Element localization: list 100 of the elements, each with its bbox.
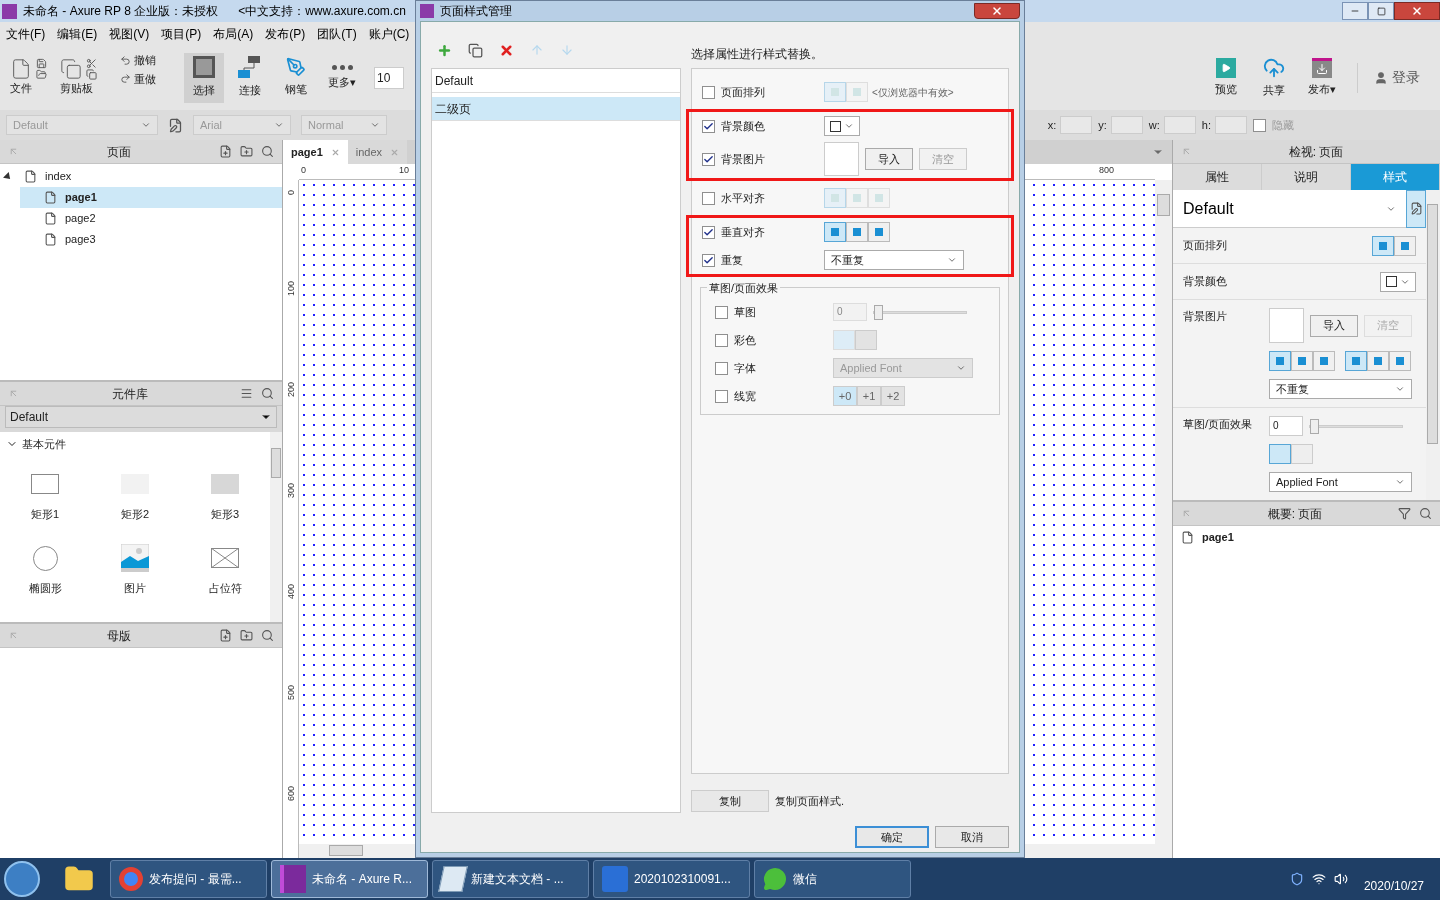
edit-style-button[interactable] bbox=[1406, 189, 1426, 228]
ok-button[interactable]: 确定 bbox=[855, 826, 929, 848]
close-icon[interactable] bbox=[390, 147, 400, 157]
line-width-button[interactable]: +2 bbox=[881, 386, 905, 406]
checkbox[interactable] bbox=[715, 305, 728, 319]
menu-item[interactable]: 视图(V) bbox=[109, 24, 150, 43]
align-button[interactable] bbox=[868, 222, 890, 242]
line-width-button[interactable]: +1 bbox=[857, 386, 881, 406]
scrollbar[interactable] bbox=[270, 432, 282, 622]
align-button[interactable] bbox=[846, 222, 868, 242]
page-tree-item[interactable]: page1 bbox=[20, 187, 282, 208]
line-width-button[interactable]: +0 bbox=[833, 386, 857, 406]
scissors-icon[interactable] bbox=[86, 58, 97, 70]
outline-item[interactable]: page1 bbox=[1173, 526, 1440, 548]
taskbar-button[interactable]: 2020102310091... bbox=[593, 860, 750, 898]
slider-thumb[interactable] bbox=[1310, 418, 1319, 434]
menu-item[interactable]: 团队(T) bbox=[317, 24, 357, 43]
color-mode-button[interactable] bbox=[1269, 444, 1291, 464]
style-list-item[interactable]: 二级页 bbox=[432, 97, 680, 121]
add-folder-icon[interactable] bbox=[240, 629, 253, 642]
checkbox[interactable] bbox=[702, 191, 715, 205]
page-tab[interactable]: index bbox=[347, 140, 408, 164]
coordinate-field[interactable] bbox=[1163, 116, 1196, 134]
slider-thumb[interactable] bbox=[874, 304, 883, 320]
taskbar-button[interactable]: 未命名 - Axure R... bbox=[271, 860, 428, 898]
add-master-icon[interactable] bbox=[219, 629, 232, 642]
minimize-button[interactable] bbox=[1342, 2, 1368, 20]
edit-style-icon[interactable] bbox=[168, 117, 183, 133]
checkbox[interactable] bbox=[702, 119, 715, 133]
search-icon[interactable] bbox=[1419, 507, 1432, 520]
color-picker[interactable] bbox=[1380, 271, 1416, 292]
checkbox[interactable] bbox=[715, 389, 728, 403]
widget-section-header[interactable]: 基本元件 bbox=[0, 432, 270, 456]
checkbox[interactable] bbox=[715, 361, 728, 375]
checkbox[interactable] bbox=[715, 333, 728, 347]
coordinate-field[interactable] bbox=[1110, 116, 1143, 134]
repeat-dropdown[interactable]: 不重复 bbox=[824, 250, 964, 270]
align-button[interactable] bbox=[1389, 351, 1411, 371]
login-button[interactable]: 登录 bbox=[1374, 67, 1420, 88]
align-button[interactable] bbox=[1345, 351, 1367, 371]
close-icon[interactable] bbox=[330, 147, 340, 157]
repeat-dropdown[interactable]: 不重复 bbox=[1269, 379, 1412, 399]
font-dropdown[interactable]: Applied Font bbox=[1269, 472, 1412, 492]
align-button[interactable] bbox=[1291, 351, 1313, 371]
import-button[interactable]: 导入 bbox=[865, 148, 913, 170]
speaker-icon[interactable] bbox=[1333, 872, 1348, 886]
style-list-item[interactable]: Default bbox=[432, 69, 680, 93]
tool-button[interactable]: 连接 bbox=[230, 52, 270, 103]
page-tree-item[interactable]: index bbox=[0, 166, 282, 187]
network-icon[interactable] bbox=[1311, 872, 1326, 886]
menu-item[interactable]: 项目(P) bbox=[161, 24, 202, 43]
copy-icon[interactable] bbox=[86, 69, 97, 81]
checkbox[interactable] bbox=[702, 225, 715, 239]
align-button[interactable] bbox=[1394, 235, 1416, 256]
align-button[interactable] bbox=[1269, 351, 1291, 371]
align-button[interactable] bbox=[1367, 351, 1389, 371]
coordinate-field[interactable] bbox=[1215, 116, 1247, 134]
taskbar-button[interactable]: 发布提问 - 最需... bbox=[110, 860, 267, 898]
page-tab[interactable]: page1 bbox=[283, 140, 348, 164]
open-folder-icon[interactable] bbox=[36, 69, 47, 81]
toolbar-action-button[interactable]: 共享 bbox=[1255, 56, 1293, 99]
coordinate-field[interactable] bbox=[1060, 116, 1093, 134]
toolbar-action-button[interactable]: 预览 bbox=[1207, 57, 1245, 98]
checkbox[interactable] bbox=[1253, 118, 1266, 132]
toolbar-action-button[interactable]: 发布▾ bbox=[1303, 57, 1341, 98]
search-icon[interactable] bbox=[261, 387, 274, 400]
sketch-value-field[interactable]: 0 bbox=[1269, 416, 1303, 436]
zoom-field[interactable]: 10 bbox=[374, 66, 404, 89]
tool-button[interactable]: 选择 bbox=[184, 52, 224, 103]
duplicate-icon[interactable] bbox=[468, 42, 483, 58]
vertical-scrollbar[interactable] bbox=[1155, 180, 1172, 858]
close-button[interactable] bbox=[974, 3, 1020, 19]
taskbar-button[interactable]: 微信 bbox=[754, 860, 911, 898]
undo-button[interactable]: 撤销 bbox=[120, 52, 180, 69]
cancel-button[interactable]: 取消 bbox=[935, 826, 1009, 848]
menu-item[interactable]: 文件(F) bbox=[6, 24, 46, 43]
checkbox[interactable] bbox=[702, 152, 715, 166]
tool-button[interactable]: 钢笔 bbox=[276, 52, 316, 103]
menu-item[interactable]: 布局(A) bbox=[213, 24, 254, 43]
search-icon[interactable] bbox=[261, 629, 274, 642]
shield-icon[interactable] bbox=[1289, 872, 1304, 886]
save-icon[interactable] bbox=[36, 58, 47, 70]
align-button[interactable] bbox=[1372, 235, 1394, 256]
align-button[interactable] bbox=[1313, 351, 1335, 371]
inspector-tab[interactable]: 属性 bbox=[1173, 164, 1262, 190]
menu-item[interactable]: 发布(P) bbox=[265, 24, 306, 43]
menu-item[interactable]: 编辑(E) bbox=[57, 24, 98, 43]
new-file-icon[interactable] bbox=[10, 58, 32, 81]
checkbox[interactable] bbox=[702, 85, 715, 99]
align-button[interactable] bbox=[824, 222, 846, 242]
copy-button[interactable]: 复制 bbox=[691, 790, 769, 812]
color-picker[interactable] bbox=[824, 116, 860, 136]
add-icon[interactable] bbox=[437, 42, 452, 58]
add-page-icon[interactable] bbox=[219, 145, 232, 158]
delete-icon[interactable] bbox=[499, 42, 514, 58]
taskbar-button[interactable]: 新建文本文档 - ... bbox=[432, 860, 589, 898]
add-folder-icon[interactable] bbox=[240, 145, 253, 158]
import-button[interactable]: 导入 bbox=[1310, 314, 1358, 337]
inspector-tab[interactable]: 说明 bbox=[1262, 164, 1351, 190]
library-dropdown[interactable]: Default bbox=[5, 406, 277, 428]
